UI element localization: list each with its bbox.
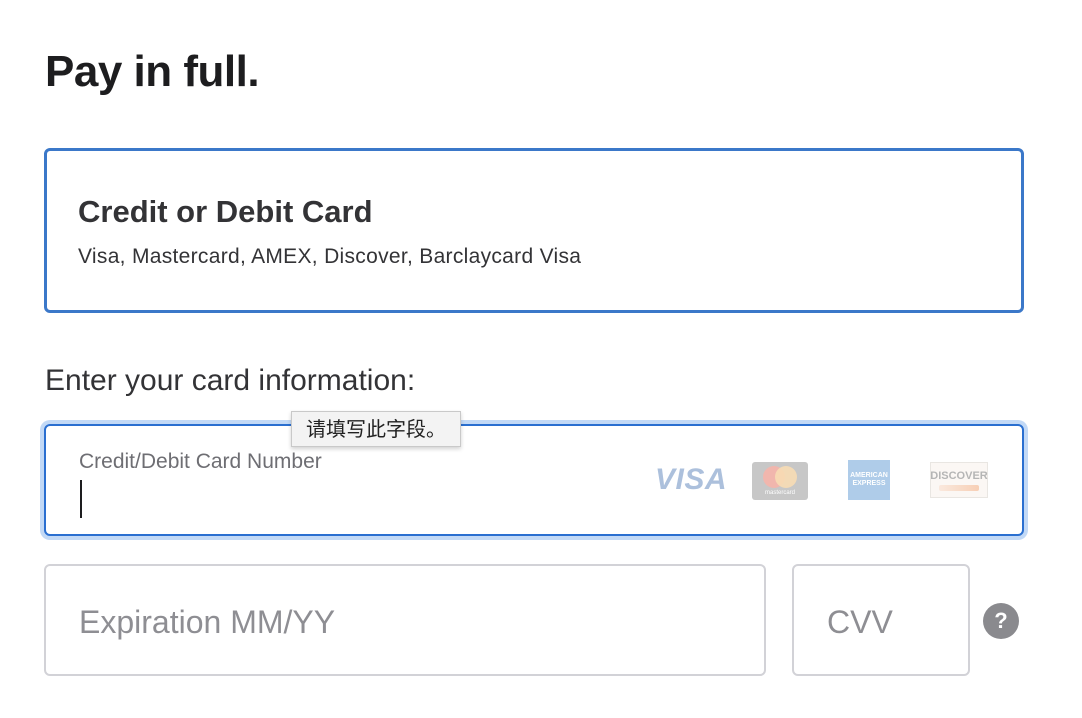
mastercard-circles — [763, 466, 797, 488]
discover-stripe — [939, 484, 979, 491]
payment-method-title: Credit or Debit Card — [78, 194, 373, 229]
card-number-input[interactable] — [78, 478, 638, 520]
payment-page: Pay in full. Credit or Debit Card Visa, … — [0, 0, 1082, 718]
cvv-field[interactable] — [792, 564, 970, 676]
card-number-field[interactable]: Credit/Debit Card Number VISA mastercard… — [44, 424, 1024, 536]
cvv-input[interactable] — [827, 600, 947, 644]
mastercard-wordmark: mastercard — [764, 490, 795, 496]
payment-method-subtitle: Visa, Mastercard, AMEX, Discover, Barcla… — [78, 245, 582, 268]
expiration-field[interactable] — [44, 564, 766, 676]
card-info-section-label: Enter your card information: — [45, 364, 416, 397]
amex-logo-icon: AMERICAN EXPRESS — [848, 460, 890, 500]
mastercard-logo-icon: mastercard — [752, 462, 808, 500]
expiration-input[interactable] — [79, 600, 719, 644]
validation-tooltip: 请填写此字段。 — [291, 411, 461, 447]
discover-logo-icon: DISCOVER — [930, 462, 988, 498]
text-caret — [80, 480, 82, 518]
card-number-label: Credit/Debit Card Number — [79, 450, 322, 473]
cvv-help-icon[interactable]: ? — [983, 603, 1019, 639]
credit-debit-card-option[interactable]: Credit or Debit Card Visa, Mastercard, A… — [44, 148, 1024, 313]
page-title: Pay in full. — [45, 47, 260, 96]
visa-logo-icon: VISA — [654, 463, 728, 496]
discover-wordmark: DISCOVER — [930, 469, 988, 482]
